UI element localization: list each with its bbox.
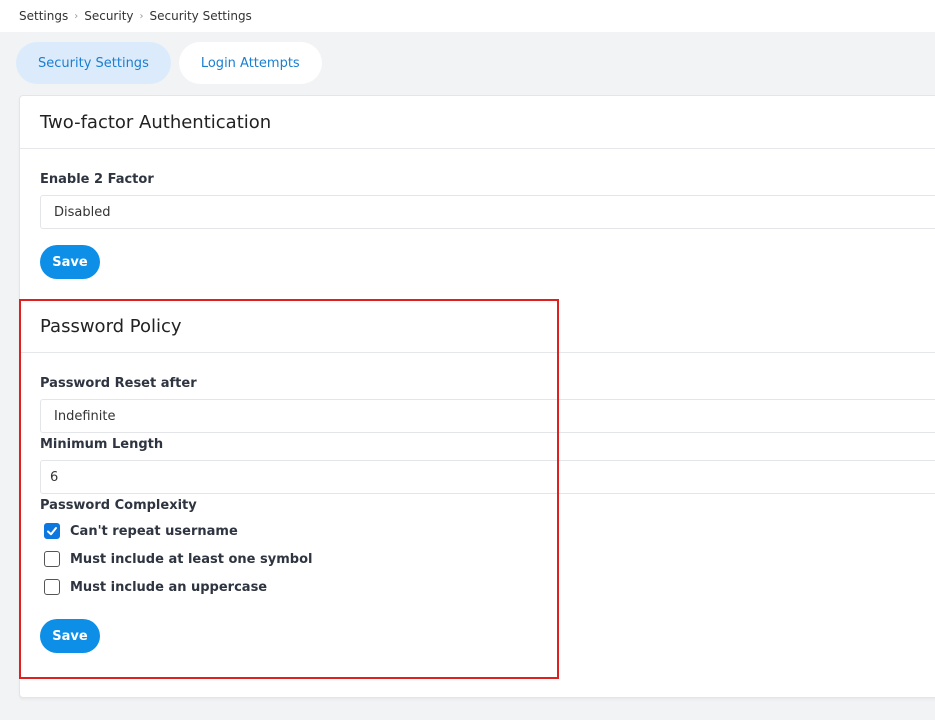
password-policy-save-button[interactable]: Save [40, 619, 100, 653]
password-reset-label: Password Reset after [40, 376, 197, 391]
complexity-option-label: Must include at least one symbol [70, 551, 313, 567]
chevron-right-icon: › [139, 10, 144, 22]
min-length-input[interactable]: 6 [40, 460, 935, 494]
breadcrumb-item-settings[interactable]: Settings [19, 9, 68, 23]
settings-card: Two-factor Authentication Enable 2 Facto… [19, 95, 935, 698]
breadcrumb-item-security[interactable]: Security [84, 9, 133, 23]
check-icon [47, 527, 57, 536]
password-policy-title: Password Policy [20, 300, 935, 353]
checkbox-unchecked[interactable] [44, 579, 60, 595]
breadcrumb: Settings › Security › Security Settings [0, 0, 935, 32]
complexity-option-label: Must include an uppercase [70, 579, 268, 595]
enable-2fa-label: Enable 2 Factor [40, 172, 154, 187]
checkbox-checked[interactable] [44, 523, 60, 539]
min-length-label: Minimum Length [40, 437, 164, 452]
two-factor-title: Two-factor Authentication [20, 96, 935, 149]
checkbox-unchecked[interactable] [44, 551, 60, 567]
complexity-option-symbol[interactable]: Must include at least one symbol [44, 551, 312, 567]
complexity-option-uppercase[interactable]: Must include an uppercase [44, 579, 267, 595]
tab-security-settings[interactable]: Security Settings [16, 42, 171, 84]
tab-bar: Security Settings Login Attempts [16, 42, 322, 84]
complexity-option-username[interactable]: Can't repeat username [44, 523, 238, 539]
breadcrumb-item-security-settings: Security Settings [149, 9, 252, 23]
password-complexity-label: Password Complexity [40, 498, 197, 513]
tab-login-attempts[interactable]: Login Attempts [178, 42, 322, 84]
complexity-option-label: Can't repeat username [70, 523, 238, 539]
two-factor-save-button[interactable]: Save [40, 245, 100, 279]
enable-2fa-select[interactable]: Disabled [40, 195, 935, 229]
password-reset-select[interactable]: Indefinite [40, 399, 935, 433]
chevron-right-icon: › [74, 10, 79, 22]
